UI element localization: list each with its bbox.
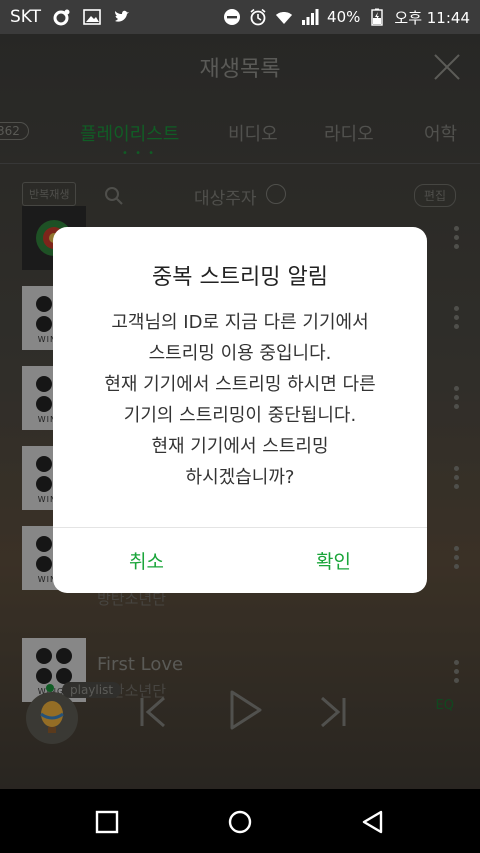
dialog-message-line: 현재 기기에서 스트리밍 xyxy=(151,436,329,457)
cancel-button[interactable]: 취소 xyxy=(53,547,240,574)
dialog-title: 중복 스트리밍 알림 xyxy=(152,265,328,290)
dialog-divider xyxy=(53,527,427,528)
alarm-icon xyxy=(250,8,266,26)
battery-percent: 40% xyxy=(327,8,361,26)
twitter-icon xyxy=(115,10,130,22)
dialog-message-line: 고객님의 ID로 지금 다른 기기에서 xyxy=(111,312,369,333)
dialog-message-line: 현재 기기에서 스트리밍 하시면 다른 xyxy=(104,374,376,395)
duplicate-streaming-dialog: 중복 스트리밍 알림 고객님의 ID로 지금 다른 기기에서 스트리밍 이용 중… xyxy=(53,227,427,593)
wifi-icon xyxy=(276,12,293,24)
gallery-icon xyxy=(83,9,101,25)
confirm-button[interactable]: 확인 xyxy=(240,547,427,574)
system-nav-bar xyxy=(0,789,480,853)
dialog-message-line: 하시겠습니까? xyxy=(185,467,295,488)
signal-icon xyxy=(302,9,319,25)
carrier-label: SKT xyxy=(10,7,42,27)
home-icon[interactable] xyxy=(227,809,253,835)
dialog-message-line: 기기의 스트리밍이 중단됩니다. xyxy=(123,405,357,426)
dialog-message-line: 스트리밍 이용 중입니다. xyxy=(148,343,332,364)
clock: 오후 11:44 xyxy=(394,8,470,27)
app-notification-icon xyxy=(53,9,70,26)
dialog-message: 고객님의 ID로 지금 다른 기기에서 스트리밍 이용 중입니다. 현재 기기에… xyxy=(53,307,427,493)
status-bar: SKT 40% 오후 11:44 xyxy=(0,0,480,34)
battery-charging-icon xyxy=(371,8,384,26)
do-not-disturb-icon xyxy=(224,9,241,25)
back-icon[interactable] xyxy=(360,809,386,835)
recent-apps-icon[interactable] xyxy=(94,809,120,835)
